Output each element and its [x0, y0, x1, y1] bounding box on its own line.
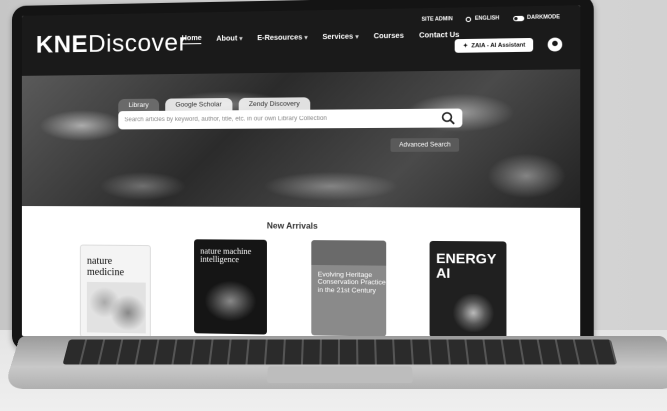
book-cover-energy-ai[interactable]: ENERGY AI	[429, 240, 507, 339]
language-selector[interactable]: ENGLISH	[465, 15, 500, 22]
sparkle-icon: ✦	[462, 42, 468, 50]
new-arrivals-title: New Arrivals	[266, 221, 318, 231]
book-cover-evolving-heritage[interactable]: Evolving Heritage Conservation Practice …	[311, 240, 387, 337]
ai-assistant-label: ZAIA - AI Assistant	[471, 41, 526, 49]
book-cover-nature-machine-intelligence[interactable]: nature machine intelligence	[194, 239, 267, 335]
new-arrivals-list: nature medicine nature machine intellige…	[22, 238, 580, 346]
chevron-down-icon: ▾	[239, 36, 243, 43]
logo-light: Discover	[88, 29, 188, 58]
cover-art	[204, 280, 257, 323]
nav-about[interactable]: About ▾	[216, 34, 242, 44]
toggle-icon	[512, 15, 524, 21]
cover-art	[451, 293, 496, 333]
utility-bar: SITE ADMIN ENGLISH DARKMODE	[421, 14, 559, 23]
language-label: ENGLISH	[474, 15, 500, 22]
nav-services[interactable]: Services ▾	[322, 32, 358, 42]
nav-contact-us[interactable]: Contact Us	[419, 31, 459, 41]
book-title: ENERGY AI	[436, 250, 497, 282]
chevron-down-icon: ▾	[304, 35, 308, 42]
search-bar	[118, 108, 463, 130]
main-nav: Home About ▾ E-Resources ▾ Services ▾ Cours…	[181, 31, 459, 45]
nav-home[interactable]: Home	[181, 34, 202, 45]
site-logo[interactable]: KNEDiscover	[36, 29, 188, 60]
chevron-down-icon: ▾	[355, 34, 359, 41]
book-title: nature medicine	[86, 255, 125, 279]
globe-icon	[465, 16, 472, 22]
laptop-screen: KNEDiscover Home About ▾ E-Resources ▾ Ser…	[21, 5, 581, 347]
cover-art	[311, 240, 387, 266]
top-navigation: KNEDiscover Home About ▾ E-Resources ▾ Ser…	[21, 5, 581, 76]
cover-art	[86, 281, 146, 334]
keyboard	[62, 339, 618, 365]
laptop-base	[3, 336, 667, 389]
darkmode-toggle[interactable]: DARKMODE	[512, 14, 560, 22]
nav-e-resources-label: E-Resources	[257, 34, 303, 43]
nav-courses[interactable]: Courses	[374, 32, 404, 42]
book-title: nature machine intelligence	[200, 246, 252, 265]
laptop-lid: KNEDiscover Home About ▾ E-Resources ▾ Ser…	[12, 0, 594, 362]
logo-bold: KNE	[35, 30, 89, 59]
search-input[interactable]	[118, 108, 463, 130]
advanced-search-button[interactable]: Advanced Search	[390, 138, 460, 152]
hero-search-section: Library Google Scholar Zendy Discovery A…	[21, 69, 581, 208]
darkmode-label: DARKMODE	[527, 14, 560, 22]
nav-about-label: About	[216, 35, 238, 43]
book-title: Evolving Heritage Conservation Practice …	[317, 271, 386, 295]
site-admin-link[interactable]: SITE ADMIN	[421, 16, 452, 23]
search-icon[interactable]	[440, 111, 455, 126]
nav-e-resources[interactable]: E-Resources ▾	[257, 33, 307, 43]
trackpad	[266, 366, 414, 384]
user-avatar-icon[interactable]	[547, 37, 563, 52]
nav-services-label: Services	[322, 33, 354, 42]
ai-assistant-button[interactable]: ✦ ZAIA - AI Assistant	[455, 37, 534, 53]
book-cover-nature-medicine[interactable]: nature medicine	[79, 244, 151, 339]
